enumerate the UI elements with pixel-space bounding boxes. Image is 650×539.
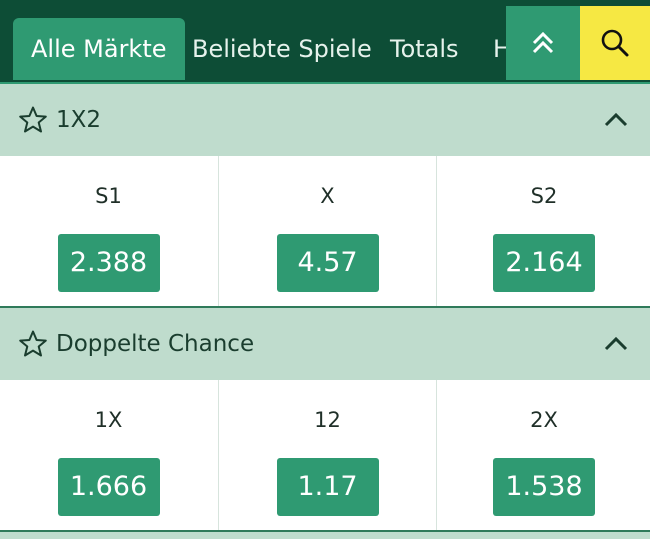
- outcome-label: S2: [530, 184, 558, 208]
- outcome-cell: S2 2.164: [436, 156, 650, 308]
- outcome-cell: 2X 1.538: [436, 380, 650, 532]
- outcome-cell: S1 2.388: [0, 156, 217, 308]
- market-outcomes-row: 1X 1.666 12 1.17 2X 1.538: [0, 380, 650, 532]
- outcome-cell: 12 1.17: [218, 380, 436, 532]
- odd-button[interactable]: 1.17: [276, 458, 379, 516]
- odd-button[interactable]: 4.57: [276, 234, 379, 292]
- outcome-label: S1: [95, 184, 122, 208]
- outcome-label: 2X: [530, 408, 558, 432]
- odd-button[interactable]: 2.388: [57, 234, 160, 292]
- outcome-label: 1X: [94, 408, 123, 432]
- market-title: Doppelte Chance: [56, 331, 255, 357]
- search-button[interactable]: [580, 6, 650, 80]
- odd-button[interactable]: 1.666: [57, 458, 160, 516]
- scroll-up-button[interactable]: [506, 6, 580, 80]
- tab-alle-maerkte[interactable]: Alle Märkte: [13, 18, 185, 80]
- star-outline-icon[interactable]: [18, 329, 48, 359]
- double-chevron-up-icon: [532, 31, 554, 54]
- market-tab-bar: Alle Märkte Beliebte Spiele Totals H: [0, 0, 650, 84]
- chevron-up-icon[interactable]: [602, 330, 630, 358]
- next-market-header-edge: [0, 532, 650, 539]
- outcome-label: 12: [314, 408, 341, 432]
- odd-button[interactable]: 2.164: [493, 234, 595, 292]
- tab-beliebte-spiele[interactable]: Beliebte Spiele: [192, 18, 372, 80]
- market-outcomes-row: S1 2.388 X 4.57 S2 2.164: [0, 156, 650, 308]
- star-outline-icon[interactable]: [18, 105, 48, 135]
- tab-totals[interactable]: Totals: [390, 18, 459, 80]
- outcome-label: X: [320, 184, 335, 208]
- market-header-1x2[interactable]: 1X2: [0, 84, 650, 156]
- odd-button[interactable]: 1.538: [493, 458, 595, 516]
- market-header-doppelte-chance[interactable]: Doppelte Chance: [0, 308, 650, 380]
- outcome-cell: 1X 1.666: [0, 380, 217, 532]
- market-title: 1X2: [56, 107, 102, 133]
- chevron-up-icon[interactable]: [602, 106, 630, 134]
- search-icon: [601, 29, 629, 57]
- outcome-cell: X 4.57: [218, 156, 436, 308]
